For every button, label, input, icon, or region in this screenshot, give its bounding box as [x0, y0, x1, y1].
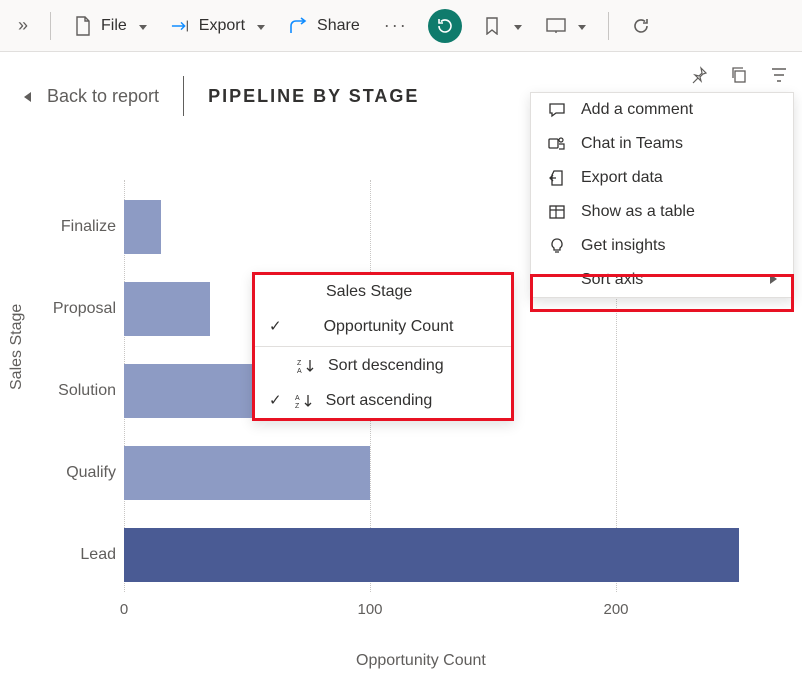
menu-divider — [255, 346, 511, 347]
y-axis-title: Sales Stage — [8, 304, 26, 390]
chevron-left-icon — [24, 86, 31, 107]
export-data-icon — [547, 169, 567, 187]
toolbar-separator — [608, 12, 609, 40]
comment-icon — [547, 101, 567, 119]
checkmark-icon — [269, 391, 282, 410]
menu-add-comment[interactable]: Add a comment — [531, 93, 793, 127]
x-tick-label: 100 — [357, 601, 382, 618]
copy-icon — [730, 66, 748, 84]
menu-export-data[interactable]: Export data — [531, 161, 793, 195]
share-button[interactable]: Share — [279, 11, 370, 41]
x-tick-label: 0 — [120, 601, 128, 618]
filter-icon — [770, 66, 788, 84]
svg-text:Z: Z — [297, 360, 302, 367]
sort-field-opportunity-count[interactable]: Opportunity Count — [255, 309, 511, 344]
ellipsis-icon — [384, 15, 408, 36]
menu-label: Sort axis — [581, 271, 643, 289]
title-separator — [183, 76, 184, 116]
menu-chat-teams[interactable]: Chat in Teams — [531, 127, 793, 161]
overflow-left-button[interactable] — [8, 9, 38, 42]
export-menu-button[interactable]: Export — [161, 11, 275, 41]
sort-field-sales-stage[interactable]: Sales Stage — [255, 275, 511, 309]
sort-descending[interactable]: ZA Sort descending — [255, 349, 511, 383]
sort-axis-submenu: Sales Stage Opportunity Count ZA Sort de… — [252, 272, 514, 421]
teams-icon — [547, 135, 567, 153]
menu-label: Sales Stage — [326, 283, 412, 301]
file-menu-label: File — [101, 17, 127, 35]
chevron-double-right-icon — [18, 15, 28, 36]
svg-text:A: A — [297, 368, 302, 374]
chevron-down-icon — [253, 17, 265, 35]
share-label: Share — [317, 17, 360, 35]
export-menu-label: Export — [199, 17, 245, 35]
page-title: Pipeline by Stage — [208, 86, 419, 107]
more-options-button[interactable] — [374, 9, 418, 42]
sort-desc-icon: ZA — [296, 358, 316, 374]
chevron-down-icon — [510, 17, 522, 35]
reset-icon — [436, 17, 454, 35]
sort-asc-icon: AZ — [294, 393, 314, 409]
bookmark-menu-button[interactable] — [472, 11, 532, 41]
bar-qualify[interactable] — [124, 446, 370, 500]
presentation-icon — [546, 18, 566, 34]
bar-lead[interactable] — [124, 528, 739, 582]
file-icon — [73, 16, 93, 36]
visual-context-menu: Add a comment Chat in Teams Export data … — [530, 92, 794, 298]
pin-visual-button[interactable] — [686, 62, 712, 91]
bar-finalize[interactable] — [124, 200, 161, 254]
menu-label: Sort descending — [328, 357, 444, 375]
x-axis-title: Opportunity Count — [356, 652, 486, 670]
y-tick-label: Solution — [46, 382, 116, 400]
svg-text:Z: Z — [295, 403, 300, 409]
menu-show-table[interactable]: Show as a table — [531, 195, 793, 229]
y-tick-label: Proposal — [46, 300, 116, 318]
menu-label: Export data — [581, 169, 663, 187]
menu-label: Opportunity Count — [324, 318, 454, 336]
back-to-report-link[interactable]: Back to report — [24, 86, 159, 107]
menu-sort-axis[interactable]: Sort axis — [531, 263, 793, 297]
toolbar-separator — [50, 12, 51, 40]
menu-get-insights[interactable]: Get insights — [531, 229, 793, 263]
bookmark-icon — [482, 17, 502, 35]
menu-label: Chat in Teams — [581, 135, 683, 153]
menu-label: Add a comment — [581, 101, 693, 119]
checkmark-icon — [269, 317, 282, 336]
copy-visual-button[interactable] — [726, 62, 752, 91]
svg-text:A: A — [295, 395, 300, 402]
bar-proposal[interactable] — [124, 282, 210, 336]
table-icon — [547, 203, 567, 221]
app-toolbar: File Export Share — [0, 0, 802, 52]
y-tick-label: Lead — [46, 546, 116, 564]
y-tick-label: Qualify — [46, 464, 116, 482]
menu-label: Get insights — [581, 237, 665, 255]
chevron-right-icon — [770, 271, 777, 289]
refresh-icon — [631, 16, 651, 36]
x-tick-label: 200 — [603, 601, 628, 618]
visual-header — [686, 62, 792, 91]
pin-icon — [690, 66, 708, 84]
share-icon — [289, 17, 309, 35]
menu-label: Sort ascending — [326, 392, 433, 410]
y-tick-label: Finalize — [46, 218, 116, 236]
export-icon — [171, 18, 191, 34]
lightbulb-icon — [547, 237, 567, 255]
chevron-down-icon — [135, 17, 147, 35]
back-label: Back to report — [47, 86, 159, 107]
view-menu-button[interactable] — [536, 11, 596, 41]
filter-visual-button[interactable] — [766, 62, 792, 91]
menu-label: Show as a table — [581, 203, 695, 221]
chevron-down-icon — [574, 17, 586, 35]
file-menu-button[interactable]: File — [63, 10, 157, 42]
refresh-button[interactable] — [621, 10, 661, 42]
reset-button[interactable] — [428, 9, 462, 43]
sort-ascending[interactable]: AZ Sort ascending — [255, 383, 511, 418]
